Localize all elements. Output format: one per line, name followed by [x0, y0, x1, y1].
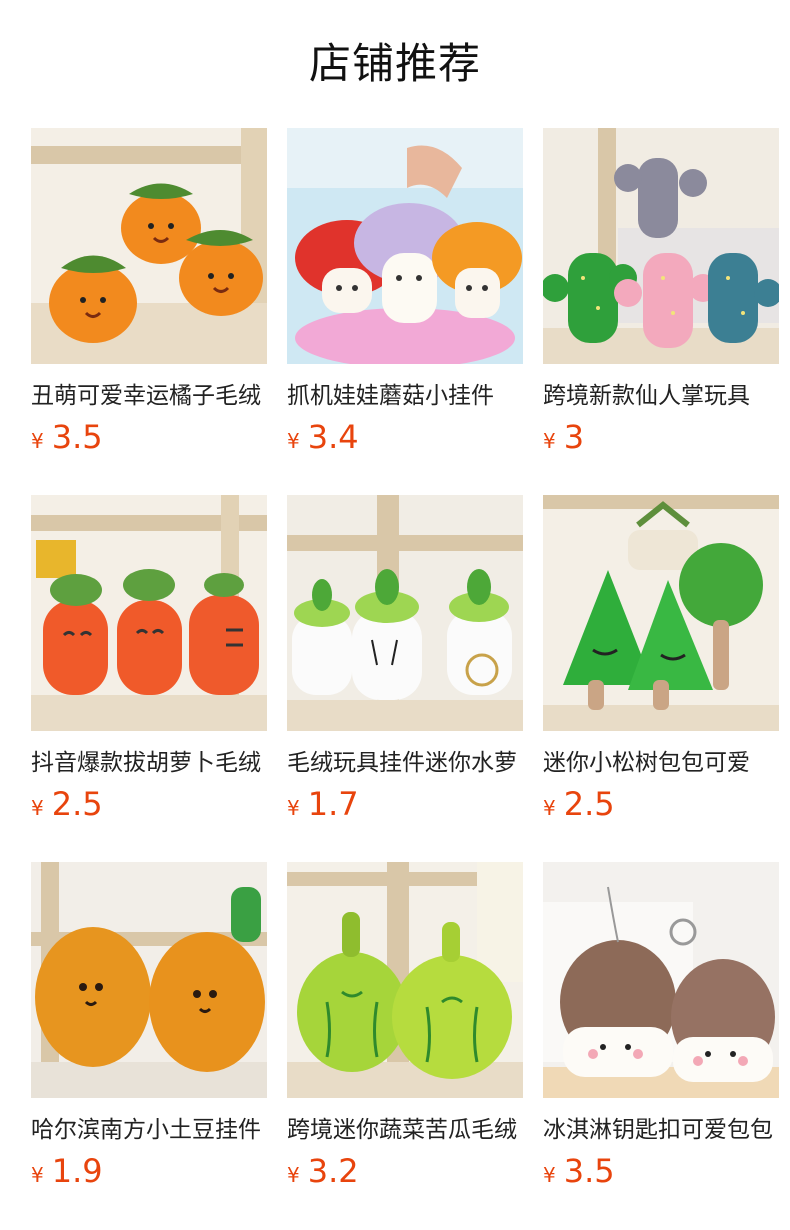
product-card[interactable]: 丑萌可爱幸运橘子毛绒 ¥3.5 [31, 128, 267, 468]
product-name[interactable]: 跨境新款仙人掌玩具 [543, 380, 779, 416]
price-amount: 3 [563, 418, 585, 456]
product-card[interactable]: 哈尔滨南方小土豆挂件 ¥1.9 [31, 862, 267, 1202]
product-name[interactable]: 毛绒玩具挂件迷你水萝卜 [287, 747, 523, 783]
currency-symbol: ¥ [287, 1163, 300, 1187]
product-name[interactable]: 跨境迷你蔬菜苦瓜毛绒 [287, 1114, 523, 1150]
price-amount: 1.9 [51, 1152, 103, 1190]
price-amount: 3.5 [563, 1152, 615, 1190]
cactus-plush-image[interactable] [543, 128, 779, 364]
currency-symbol: ¥ [287, 796, 300, 820]
mushroom-plush-image[interactable] [287, 128, 523, 364]
product-price: ¥3.4 [287, 416, 359, 458]
product-name[interactable]: 丑萌可爱幸运橘子毛绒 [31, 380, 267, 416]
price-amount: 3.2 [307, 1152, 359, 1190]
bitter-melon-plush-image[interactable] [287, 862, 523, 1098]
price-amount: 3.5 [51, 418, 103, 456]
currency-symbol: ¥ [287, 429, 300, 453]
currency-symbol: ¥ [31, 1163, 44, 1187]
product-name[interactable]: 迷你小松树包包可爱 [543, 747, 779, 783]
product-name[interactable]: 抖音爆款拔胡萝卜毛绒 [31, 747, 267, 783]
potato-plush-image[interactable] [31, 862, 267, 1098]
product-price: ¥3.5 [543, 1150, 615, 1192]
product-card[interactable]: 毛绒玩具挂件迷你水萝卜 ¥1.7 [287, 495, 523, 835]
product-name[interactable]: 哈尔滨南方小土豆挂件 [31, 1114, 267, 1150]
price-amount: 1.7 [307, 785, 359, 823]
product-name[interactable]: 冰淇淋钥匙扣可爱包包 [543, 1114, 779, 1150]
orange-plush-image[interactable] [31, 128, 267, 364]
currency-symbol: ¥ [543, 429, 556, 453]
price-amount: 2.5 [563, 785, 615, 823]
carrot-plush-image[interactable] [31, 495, 267, 731]
product-card[interactable]: 跨境迷你蔬菜苦瓜毛绒 ¥3.2 [287, 862, 523, 1202]
product-price: ¥2.5 [31, 783, 103, 825]
ice-cream-plush-image[interactable] [543, 862, 779, 1098]
product-card[interactable]: 跨境新款仙人掌玩具 ¥3 [543, 128, 779, 468]
product-card[interactable]: 迷你小松树包包可爱 ¥2.5 [543, 495, 779, 835]
product-card[interactable]: 冰淇淋钥匙扣可爱包包 ¥3.5 [543, 862, 779, 1202]
product-price: ¥2.5 [543, 783, 615, 825]
product-price: ¥3.2 [287, 1150, 359, 1192]
radish-plush-image[interactable] [287, 495, 523, 731]
currency-symbol: ¥ [543, 1163, 556, 1187]
product-price: ¥1.9 [31, 1150, 103, 1192]
price-amount: 3.4 [307, 418, 359, 456]
product-price: ¥3.5 [31, 416, 103, 458]
product-price: ¥1.7 [287, 783, 359, 825]
page-title: 店铺推荐 [308, 39, 481, 88]
currency-symbol: ¥ [543, 796, 556, 820]
product-card[interactable]: 抓机娃娃蘑菇小挂件 ¥3.4 [287, 128, 523, 468]
price-amount: 2.5 [51, 785, 103, 823]
product-price: ¥3 [543, 416, 584, 458]
pine-tree-plush-image[interactable] [543, 495, 779, 731]
currency-symbol: ¥ [31, 796, 44, 820]
product-card[interactable]: 抖音爆款拔胡萝卜毛绒 ¥2.5 [31, 495, 267, 835]
product-name[interactable]: 抓机娃娃蘑菇小挂件 [287, 380, 523, 416]
currency-symbol: ¥ [31, 429, 44, 453]
